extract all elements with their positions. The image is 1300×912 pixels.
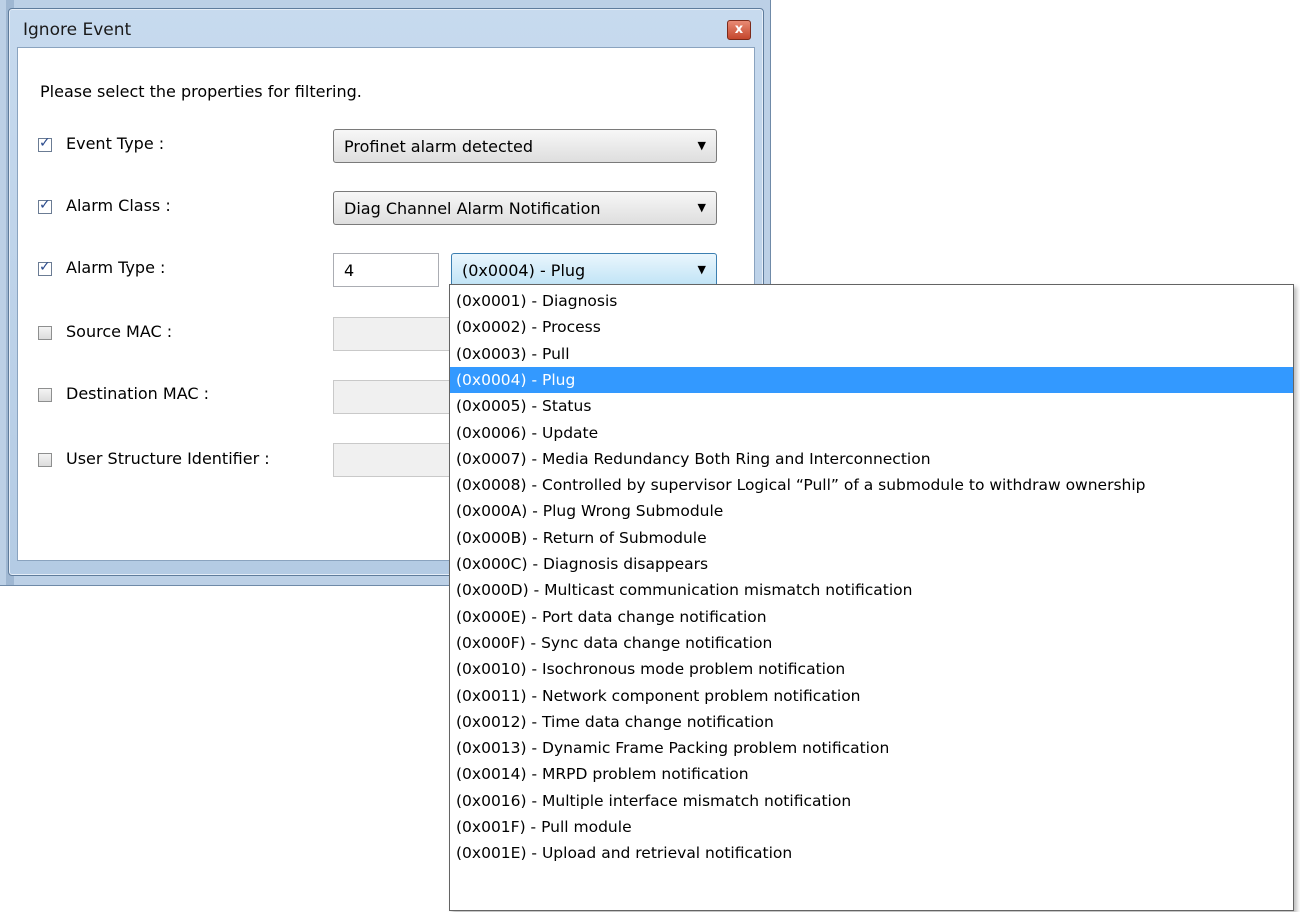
alarm-type-number-value: 4	[344, 261, 355, 280]
user-structure-checkbox[interactable]	[38, 453, 52, 467]
dropdown-option[interactable]: (0x000C) - Diagnosis disappears	[450, 551, 1293, 577]
dropdown-option[interactable]: (0x0016) - Multiple interface mismatch n…	[450, 788, 1293, 814]
dropdown-option[interactable]: (0x0004) - Plug	[450, 366, 1293, 393]
dropdown-option[interactable]: (0x0010) - Isochronous mode problem noti…	[450, 656, 1293, 682]
dropdown-option[interactable]: (0x000A) - Plug Wrong Submodule	[450, 498, 1293, 524]
alarm-type-label: Alarm Type :	[66, 258, 166, 277]
dropdown-option[interactable]: (0x000D) - Multicast communication misma…	[450, 577, 1293, 603]
alarm-type-value: (0x0004) - Plug	[462, 261, 586, 280]
dropdown-option[interactable]: (0x000B) - Return of Submodule	[450, 525, 1293, 551]
close-button[interactable]: x	[727, 20, 751, 40]
event-type-select[interactable]: Profinet alarm detected ▼	[333, 129, 717, 163]
destination-mac-checkbox[interactable]	[38, 388, 52, 402]
alarm-class-select[interactable]: Diag Channel Alarm Notification ▼	[333, 191, 717, 225]
source-mac-field[interactable]	[333, 317, 463, 351]
close-icon: x	[734, 22, 744, 37]
dropdown-option[interactable]: (0x0002) - Process	[450, 314, 1293, 340]
dropdown-option[interactable]: (0x0011) - Network component problem not…	[450, 683, 1293, 709]
chevron-down-icon: ▼	[697, 139, 706, 152]
dropdown-option[interactable]: (0x0007) - Media Redundancy Both Ring an…	[450, 446, 1293, 472]
dropdown-option[interactable]: (0x0006) - Update	[450, 420, 1293, 446]
destination-mac-field[interactable]	[333, 380, 463, 414]
alarm-class-value: Diag Channel Alarm Notification	[344, 199, 601, 218]
user-structure-field[interactable]	[333, 443, 463, 477]
alarm-class-checkbox[interactable]	[38, 197, 52, 214]
dropdown-option[interactable]: (0x001F) - Pull module	[450, 814, 1293, 840]
source-mac-checkbox[interactable]	[38, 326, 52, 340]
dropdown-option[interactable]: (0x0001) - Diagnosis	[450, 288, 1293, 314]
dialog-title: Ignore Event	[23, 20, 132, 40]
dropdown-option[interactable]: (0x000E) - Port data change notification	[450, 604, 1293, 630]
event-type-value: Profinet alarm detected	[344, 137, 534, 156]
chevron-down-icon: ▼	[697, 201, 706, 214]
instruction-text: Please select the properties for filteri…	[40, 82, 362, 101]
chevron-down-icon: ▼	[697, 263, 706, 276]
dropdown-option[interactable]: (0x0005) - Status	[450, 393, 1293, 419]
destination-mac-label: Destination MAC :	[66, 384, 210, 403]
user-structure-label: User Structure Identifier :	[66, 449, 270, 468]
alarm-type-number-field[interactable]: 4	[333, 253, 439, 287]
alarm-type-checkbox[interactable]	[38, 259, 52, 276]
dialog-titlebar[interactable]: Ignore Event x	[9, 9, 763, 47]
dropdown-option[interactable]: (0x0012) - Time data change notification	[450, 709, 1293, 735]
dropdown-option[interactable]: (0x000F) - Sync data change notification	[450, 630, 1293, 656]
event-type-checkbox[interactable]	[38, 135, 52, 152]
source-mac-label: Source MAC :	[66, 322, 173, 341]
dropdown-option[interactable]: (0x0014) - MRPD problem notification	[450, 761, 1293, 787]
event-type-label: Event Type :	[66, 134, 165, 153]
dropdown-option[interactable]: (0x0008) - Controlled by supervisor Logi…	[450, 472, 1293, 498]
alarm-type-select[interactable]: (0x0004) - Plug ▼	[451, 253, 717, 287]
dropdown-option[interactable]: (0x001E) - Upload and retrieval notifica…	[450, 840, 1293, 866]
alarm-type-dropdown-list[interactable]: (0x0001) - Diagnosis (0x0002) - Process (0…	[449, 284, 1294, 911]
alarm-class-label: Alarm Class :	[66, 196, 171, 215]
dropdown-option[interactable]: (0x0013) - Dynamic Frame Packing problem…	[450, 735, 1293, 761]
dropdown-option[interactable]: (0x0003) - Pull	[450, 341, 1293, 367]
